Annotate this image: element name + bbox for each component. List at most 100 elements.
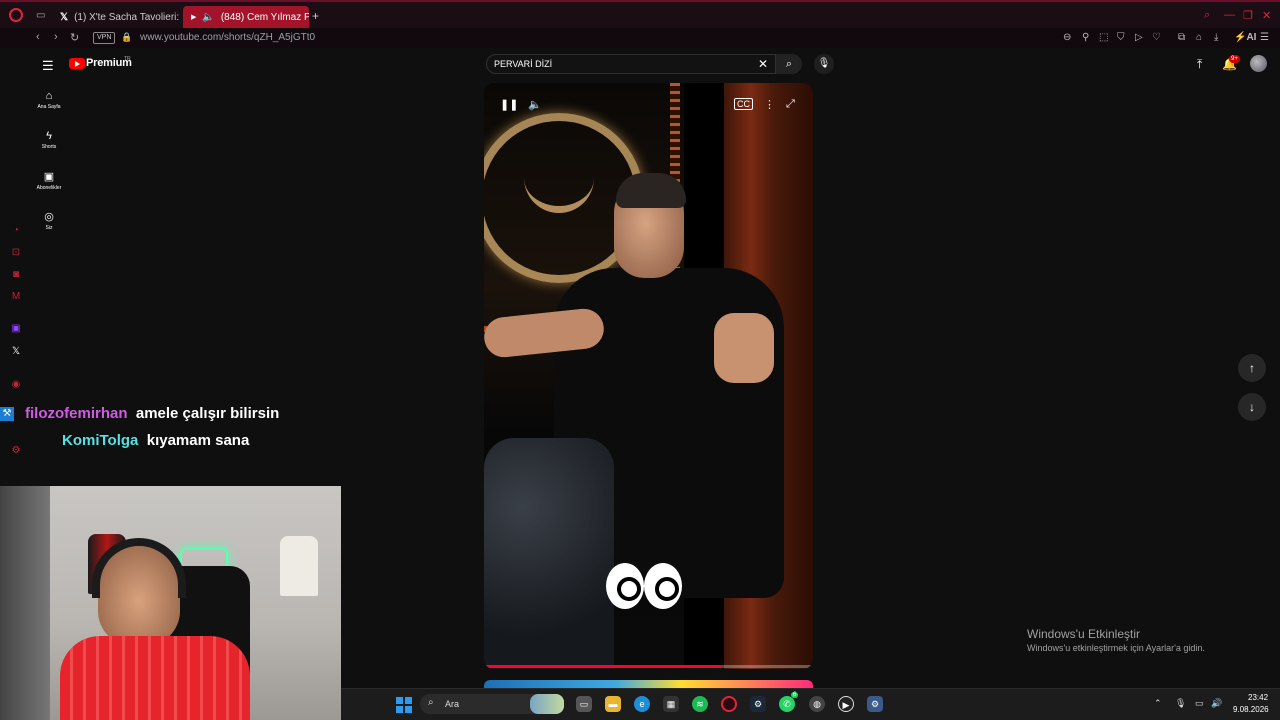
heart-icon[interactable]: ♡: [1152, 32, 1161, 43]
reload-icon[interactable]: ↻: [70, 31, 79, 44]
messenger-icon[interactable]: ◙: [10, 269, 22, 281]
settings-icon[interactable]: ⚙: [10, 445, 22, 457]
url-field[interactable]: www.youtube.com/shorts/qZH_A5jGTt0: [140, 32, 315, 43]
notification-badge: 9+: [1229, 55, 1240, 63]
download-icon[interactable]: ⤓: [1214, 32, 1218, 43]
search-button[interactable]: ⌕: [776, 54, 802, 74]
steam-icon[interactable]: ⚙: [750, 696, 766, 712]
captions-icon[interactable]: CC: [734, 98, 753, 110]
network-icon[interactable]: ▭: [1195, 698, 1204, 709]
shorts-video-player[interactable]: ❚❚ 🔈 CC ⋮ ⤢: [484, 83, 813, 669]
progress-bar[interactable]: [484, 665, 813, 668]
guide-shorts[interactable]: ϟ Shorts: [32, 130, 66, 150]
chat-badge-icon: ⚒: [0, 407, 14, 421]
pin-icon[interactable]: ⚲: [1082, 32, 1089, 43]
twitch-icon[interactable]: ▣: [10, 323, 22, 335]
snapshot-icon[interactable]: ⬚: [1099, 32, 1108, 43]
forward-icon[interactable]: ›: [54, 31, 58, 43]
widgets-icon[interactable]: [530, 694, 564, 714]
volume-tray-icon[interactable]: 🔊: [1211, 698, 1222, 709]
close-window-icon[interactable]: ✕: [1262, 9, 1271, 22]
eyes-overlay-icon: [606, 563, 684, 611]
guide-menu-icon[interactable]: ☰: [42, 58, 54, 74]
edge-icon[interactable]: e: [634, 696, 650, 712]
lock-icon[interactable]: 🔒: [121, 32, 132, 43]
youtube-logo-icon[interactable]: [69, 58, 85, 69]
settings-app-icon[interactable]: ⚙: [867, 696, 883, 712]
mic-tray-icon[interactable]: 🎙: [1175, 698, 1186, 709]
store-icon[interactable]: ▦: [663, 696, 679, 712]
clock-time[interactable]: 23:42: [1248, 693, 1268, 702]
tab-label: (1) X'te Sacha Tavolieri: ": [74, 11, 182, 23]
shorts-icon: ϟ: [46, 130, 52, 142]
clock-date[interactable]: 9.08.2026: [1233, 705, 1269, 714]
guide-subscriptions[interactable]: ▣ Abonelikler: [32, 170, 66, 191]
opera-taskbar-icon[interactable]: [721, 696, 737, 712]
x-sidebar-icon[interactable]: 𝕏: [10, 346, 22, 358]
mic-icon: 🎙: [817, 58, 831, 69]
subscriptions-icon: ▣: [43, 171, 55, 183]
browser-tab-bar: ▭ 𝕏 (1) X'te Sacha Tavolieri: " ● ▶ 🔈 (8…: [0, 0, 1280, 28]
chat-username: KomiTolga: [62, 432, 139, 449]
zoom-icon[interactable]: ⊖: [1063, 32, 1071, 43]
tab-x[interactable]: 𝕏 (1) X'te Sacha Tavolieri: " ●: [52, 6, 182, 28]
new-tab-button[interactable]: +: [312, 9, 319, 23]
webcam-overlay: [0, 486, 341, 720]
menu-icon[interactable]: ☰: [1260, 32, 1269, 43]
vpn-badge[interactable]: VPN: [93, 32, 116, 44]
guide-home[interactable]: ⌂ Ana Sayfa: [32, 90, 66, 110]
clear-search-icon[interactable]: ✕: [758, 57, 768, 71]
history-icon[interactable]: ◔: [10, 225, 22, 237]
wall-jersey: [280, 536, 318, 596]
avatar[interactable]: [1250, 55, 1267, 72]
guide-you[interactable]: ◎ Siz: [32, 210, 66, 231]
back-icon[interactable]: ‹: [36, 31, 40, 43]
pause-icon[interactable]: ❚❚: [500, 98, 518, 111]
tab-youtube[interactable]: ▶ 🔈 (848) Cem Yılmaz Para: [183, 6, 309, 28]
workspace-icon[interactable]: ▭: [36, 10, 45, 21]
more-options-icon[interactable]: ⋮: [764, 98, 775, 111]
maximize-icon[interactable]: ❐: [1243, 9, 1253, 22]
progress-fill: [484, 665, 721, 668]
chat-message: KomiTolga kıyamam sana: [62, 432, 249, 449]
bag-icon[interactable]: ⊡: [10, 247, 22, 259]
file-explorer-icon[interactable]: ▬: [605, 696, 621, 712]
tray-overflow-icon[interactable]: ⌃: [1154, 698, 1162, 709]
profile-icon: ◎: [44, 211, 54, 223]
chat-message: filozofemirhan amele çalışır bilirsin: [25, 405, 279, 422]
activation-watermark-title: Windows'u Etkinleştir: [1027, 627, 1140, 641]
volume-icon[interactable]: 🔈: [528, 98, 542, 111]
opera-logo-icon[interactable]: [9, 8, 23, 22]
previous-short-button[interactable]: ↑: [1238, 354, 1266, 382]
guide-label: Siz: [45, 225, 53, 231]
player-icon[interactable]: ◉: [10, 379, 22, 391]
guide-label: Ana Sayfa: [37, 104, 61, 110]
create-icon[interactable]: ⤒: [1197, 57, 1202, 72]
voice-search-button[interactable]: 🎙: [814, 54, 834, 74]
minimize-icon[interactable]: —: [1224, 9, 1235, 21]
task-view-icon[interactable]: ▭: [576, 696, 592, 712]
next-short-button[interactable]: ↓: [1238, 393, 1266, 421]
activation-watermark-subtitle: Windows'u etkinleştirmek için Ayarlar'a …: [1027, 643, 1205, 653]
play-icon[interactable]: ▷: [1135, 32, 1143, 43]
adblock-icon[interactable]: ⛉: [1117, 32, 1125, 43]
search-value[interactable]: PERVARİ DİZİ: [494, 59, 552, 69]
guide-label: Abonelikler: [36, 185, 62, 191]
whatsapp-icon[interactable]: ✆: [779, 696, 795, 712]
windows-start-icon[interactable]: [396, 697, 412, 713]
home-icon: ⌂: [45, 90, 53, 102]
obs-icon[interactable]: ◍: [809, 696, 825, 712]
fullscreen-icon[interactable]: ⤢: [786, 98, 795, 111]
performer-hair: [616, 173, 686, 208]
streamer-jersey: [60, 636, 250, 720]
youtube-icon: ▶: [191, 14, 197, 21]
m-icon[interactable]: M: [10, 291, 22, 303]
spotify-icon[interactable]: ≋: [692, 696, 708, 712]
wallet-icon[interactable]: ⌂: [1196, 32, 1202, 43]
extensions-icon[interactable]: ⧉: [1178, 32, 1185, 43]
tab-label: (848) Cem Yılmaz Para: [220, 11, 309, 23]
taskbar-search-placeholder[interactable]: Ara: [445, 699, 459, 709]
search-tabs-icon[interactable]: ⌕: [1204, 9, 1210, 22]
aria-ai-icon[interactable]: ⚡AI: [1234, 32, 1256, 43]
media-player-icon[interactable]: ▶: [838, 696, 854, 712]
